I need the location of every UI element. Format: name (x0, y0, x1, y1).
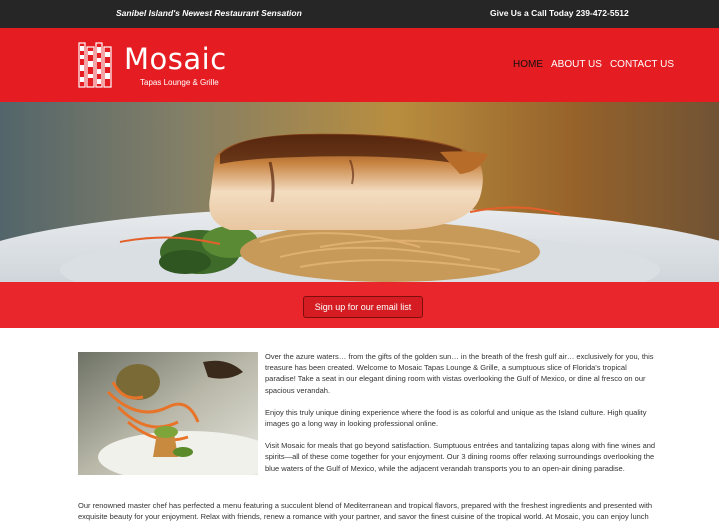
email-signup-band: Sign up for our email list (0, 282, 719, 328)
phone-number[interactable]: Give Us a Call Today 239-472-5512 (490, 8, 629, 18)
tagline: Sanibel Island's Newest Restaurant Sensa… (116, 8, 302, 18)
main-nav: HOME ABOUT US CONTACT US (513, 59, 674, 70)
email-signup-button[interactable]: Sign up for our email list (303, 296, 423, 318)
header: Mosaic Tapas Lounge & Grille HOME ABOUT … (0, 28, 719, 102)
chef-paragraph: Our renowned master chef has perfected a… (78, 501, 653, 522)
intro-paragraph-2: Enjoy this truly unique dining experienc… (265, 407, 647, 429)
brand-name[interactable]: Mosaic (124, 42, 227, 76)
intro-text: Over the azure waters… from the gifts of… (265, 351, 659, 485)
plated-tapas-dish-photo-icon (78, 352, 258, 475)
nav-item-contact-us[interactable]: CONTACT US (610, 59, 674, 70)
mosaic-tiles-logo-icon[interactable] (78, 41, 112, 89)
brand-subtitle: Tapas Lounge & Grille (140, 78, 219, 87)
intro-paragraph-1: Over the azure waters… from the gifts of… (265, 352, 654, 395)
intro-paragraph-3: Visit Mosaic for meals that go beyond sa… (265, 441, 656, 473)
grilled-fish-dish-photo-icon (0, 102, 719, 282)
plated-tapas-dish-photo (78, 352, 258, 475)
nav-item-about-us[interactable]: ABOUT US (551, 59, 602, 70)
nav-item-home[interactable]: HOME (513, 59, 543, 70)
hero-image (0, 102, 719, 282)
top-bar: Sanibel Island's Newest Restaurant Sensa… (0, 0, 719, 28)
